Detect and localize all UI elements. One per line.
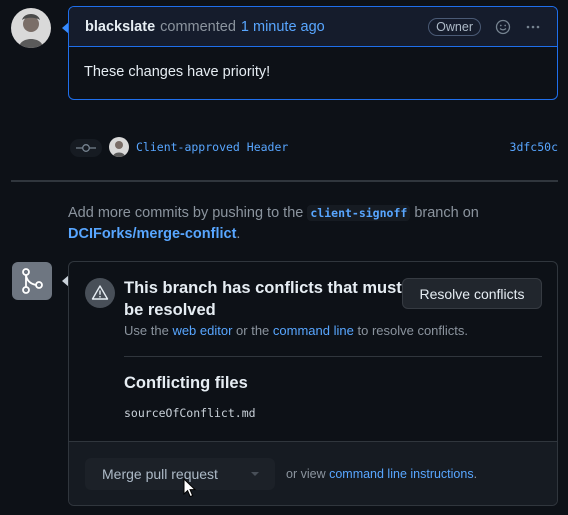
comment-box: blackslate commented 1 minute ago Owner … xyxy=(68,6,558,100)
conflicting-files-heading: Conflicting files xyxy=(124,374,248,392)
command-line-instructions-link[interactable]: command line instructions xyxy=(329,467,474,481)
push-hint-prefix: Add more commits by pushing to the xyxy=(68,205,304,221)
git-commit-icon xyxy=(70,139,102,157)
conflict-desc-middle: or the xyxy=(236,323,270,338)
timeline-divider xyxy=(11,180,558,182)
merge-pull-request-button[interactable]: Merge pull request xyxy=(85,458,275,490)
merge-alt-suffix: . xyxy=(473,467,478,481)
branch-name[interactable]: client-signoff xyxy=(307,205,411,221)
command-line-link[interactable]: command line xyxy=(273,323,354,338)
merge-alternative: or view command line instructions. xyxy=(286,467,477,481)
alert-icon xyxy=(85,278,115,308)
conflict-description: Use the web editor or the command line t… xyxy=(124,323,468,338)
resolve-conflicts-button[interactable]: Resolve conflicts xyxy=(402,278,542,309)
push-hint: Add more commits by pushing to the clien… xyxy=(68,203,548,245)
merge-box-divider xyxy=(124,356,542,357)
owner-badge: Owner xyxy=(428,17,481,36)
conflicting-file: sourceOfConflict.md xyxy=(124,406,256,420)
comment-header: blackslate commented 1 minute ago Owner xyxy=(69,7,557,47)
conflict-title: This branch has conflicts that must be r… xyxy=(124,279,402,319)
conflict-desc-prefix: Use the xyxy=(124,323,169,338)
conflict-desc-suffix: to resolve conflicts. xyxy=(357,323,469,338)
merge-box: This branch has conflicts that must be r… xyxy=(68,261,558,506)
commit-author-avatar[interactable] xyxy=(109,137,129,157)
merge-alt-prefix: or view xyxy=(286,467,326,481)
kebab-horizontal-icon[interactable] xyxy=(525,19,541,35)
commenter-avatar[interactable] xyxy=(11,8,51,48)
comment-action-text: commented xyxy=(160,18,236,35)
web-editor-link[interactable]: web editor xyxy=(172,323,232,338)
commit-message-link[interactable]: Client-approved Header xyxy=(136,140,288,154)
commit-sha-link[interactable]: 3dfc50c xyxy=(510,140,558,154)
push-hint-middle: branch on xyxy=(414,205,479,221)
comment-author-link[interactable]: blackslate xyxy=(85,19,155,35)
push-hint-suffix: . xyxy=(236,226,241,242)
repo-link[interactable]: DCIForks/merge-conflict xyxy=(68,226,236,242)
mouse-cursor-icon xyxy=(183,477,197,498)
comment-body: These changes have priority! xyxy=(84,64,271,80)
merge-button-label: Merge pull request xyxy=(102,466,218,482)
chevron-down-icon xyxy=(251,472,259,476)
smiley-icon[interactable] xyxy=(495,19,511,35)
comment-timestamp-link[interactable]: 1 minute ago xyxy=(241,19,325,35)
merge-footer: Merge pull request or view command line … xyxy=(69,441,557,505)
git-merge-icon xyxy=(12,262,52,300)
